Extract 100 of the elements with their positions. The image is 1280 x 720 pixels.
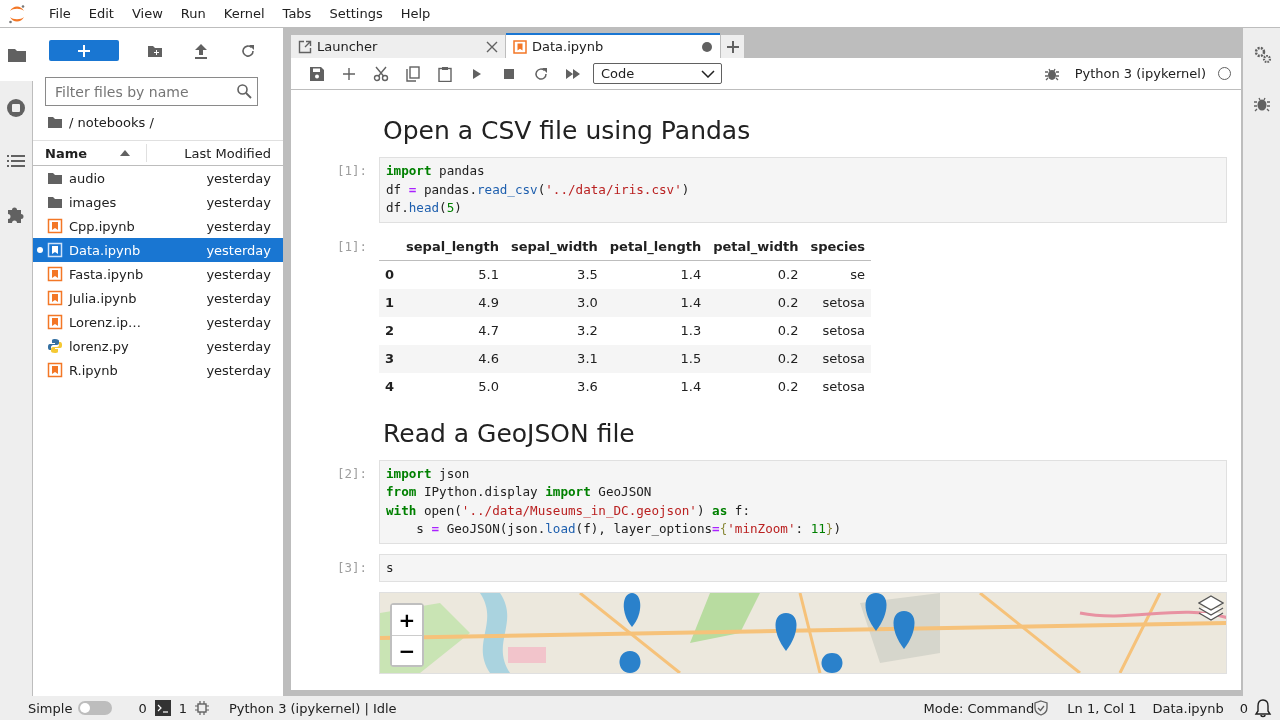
menu-item[interactable]: File xyxy=(41,0,81,27)
stop-icon[interactable] xyxy=(504,68,514,79)
kernel-name[interactable]: Python 3 (ipykernel) xyxy=(1074,66,1206,81)
table-cell: 4.7 xyxy=(400,316,505,345)
cursor-position[interactable]: Ln 1, Col 1 xyxy=(1067,700,1137,716)
fast-forward-icon[interactable] xyxy=(566,68,580,79)
column-header[interactable]: Last Modified xyxy=(147,145,283,161)
code-line: df.head(5) xyxy=(386,199,463,217)
table-cell: 3.2 xyxy=(504,316,604,345)
menu-item[interactable]: Run xyxy=(172,0,216,27)
table-cell: 4.9 xyxy=(400,288,505,317)
close-icon[interactable] xyxy=(486,40,498,53)
table-cell: 3.0 xyxy=(504,288,604,317)
table-cell: 5.0 xyxy=(400,372,505,401)
table-cell: setosa xyxy=(804,372,872,401)
menu-item[interactable]: Settings xyxy=(321,0,393,27)
sort-caret-icon xyxy=(120,150,130,156)
table-cell: 0.2 xyxy=(707,260,805,289)
table-cell: 4.6 xyxy=(400,344,505,373)
stop-circle-icon[interactable] xyxy=(6,97,26,118)
restart-icon[interactable] xyxy=(534,66,548,81)
column-header[interactable]: Name xyxy=(45,145,87,161)
menu-item[interactable]: Tabs xyxy=(274,0,322,27)
document-tab[interactable]: Launcher xyxy=(291,35,505,58)
save-icon[interactable] xyxy=(310,66,324,81)
upload-icon[interactable] xyxy=(194,42,209,59)
file-row[interactable]: R.ipynb yesterday xyxy=(33,358,283,382)
menu-item[interactable]: Edit xyxy=(80,0,124,27)
file-row[interactable]: Cpp.ipynb yesterday xyxy=(33,214,283,238)
markdown-heading: Read a GeoJSON file xyxy=(382,417,636,450)
file-row[interactable]: Julia.ipynb yesterday xyxy=(33,286,283,310)
python-icon xyxy=(47,338,63,354)
code-cell[interactable]: import json from IPython.display import GeoJSON with open('../data/Museums_in_DC.geojson') as f: s = GeoJSON(json.load(f), layer_options={'minZoom': 11}) xyxy=(379,459,1227,544)
run-icon[interactable] xyxy=(472,67,482,80)
zoom-out-button[interactable]: − xyxy=(392,635,422,665)
table-cell: 1.3 xyxy=(603,316,708,345)
document-tab[interactable]: Data.ipynb xyxy=(506,33,720,58)
file-row[interactable]: Lorenz.ip… yesterday xyxy=(33,310,283,334)
copy-icon[interactable] xyxy=(406,65,420,82)
file-row[interactable]: images yesterday xyxy=(33,190,283,214)
row-index: 0 xyxy=(379,260,401,289)
menu-item[interactable]: Help xyxy=(392,0,441,27)
file-row[interactable]: lorenz.py yesterday xyxy=(33,334,283,358)
file-row[interactable]: Fasta.ipynb yesterday xyxy=(33,262,283,286)
markdown-heading: Open a CSV file using Pandas xyxy=(382,115,752,147)
file-row[interactable]: audio yesterday xyxy=(33,166,283,190)
simple-mode-toggle[interactable] xyxy=(78,701,113,715)
table-cell: 0.2 xyxy=(707,288,805,317)
bell-icon[interactable] xyxy=(1254,698,1272,718)
breadcrumb[interactable]: / notebooks / xyxy=(69,114,154,130)
shield-icon[interactable] xyxy=(1034,700,1049,716)
modified-date: yesterday xyxy=(206,338,272,354)
modified-date: yesterday xyxy=(206,290,272,306)
refresh-icon[interactable] xyxy=(239,42,256,59)
row-index: 1 xyxy=(379,288,401,317)
cut-icon[interactable] xyxy=(373,65,389,82)
table-cell: se xyxy=(804,260,872,289)
plus-icon[interactable] xyxy=(343,67,355,80)
notebook-icon xyxy=(47,266,63,282)
kernel-status[interactable]: Python 3 (ipykernel) | Idle xyxy=(228,700,397,716)
paste-icon[interactable] xyxy=(438,65,452,82)
terminal-icon[interactable] xyxy=(154,700,171,716)
folder-icon[interactable] xyxy=(47,114,63,130)
code-line: s xyxy=(386,558,395,577)
column-header: petal_width xyxy=(707,232,805,260)
layers-icon[interactable] xyxy=(1198,593,1224,623)
plus-icon xyxy=(78,44,91,57)
sidebar-tab[interactable] xyxy=(0,28,33,81)
file-name: Julia.ipynb xyxy=(69,290,138,306)
table-cell: 1.5 xyxy=(603,344,708,373)
notebook-icon xyxy=(47,218,63,234)
cell-prompt: [3]: xyxy=(337,558,369,577)
bug-icon[interactable] xyxy=(1044,66,1059,81)
menu-item[interactable]: Kernel xyxy=(215,0,275,27)
chip-icon[interactable] xyxy=(194,701,209,715)
column-header: sepal_length xyxy=(400,232,505,260)
kernel-count: 1 xyxy=(178,700,187,716)
cell-type-dropdown[interactable]: Code xyxy=(593,63,722,84)
file-name: images xyxy=(69,194,118,210)
table-cell: setosa xyxy=(804,316,872,345)
column-header: sepal_width xyxy=(504,232,604,260)
notification-count: 0 xyxy=(1239,700,1248,716)
file-name: Fasta.ipynb xyxy=(69,266,145,282)
notebook-icon xyxy=(47,242,63,258)
menu-item[interactable]: View xyxy=(123,0,173,27)
code-cell[interactable]: s xyxy=(379,553,1227,582)
code-cell[interactable]: import pandas df = pandas.read_csv('../data/iris.csv') df.head(5) xyxy=(379,157,1227,223)
modified-date: yesterday xyxy=(206,266,272,282)
column-header: petal_length xyxy=(603,232,708,260)
add-tab-button[interactable] xyxy=(721,35,744,58)
table-cell: setosa xyxy=(804,344,872,373)
code-line: from IPython.display import GeoJSON xyxy=(386,483,653,501)
bug-icon[interactable] xyxy=(1253,96,1270,112)
filter-field[interactable]: Filter files by name xyxy=(45,77,258,106)
new-launcher-button[interactable] xyxy=(49,40,120,61)
terminal-count: 0 xyxy=(138,700,147,716)
modified-date: yesterday xyxy=(206,194,272,210)
file-row[interactable]: Data.ipynb yesterday xyxy=(33,238,283,262)
modified-date: yesterday xyxy=(206,314,272,330)
file-name: lorenz.py xyxy=(69,338,130,354)
